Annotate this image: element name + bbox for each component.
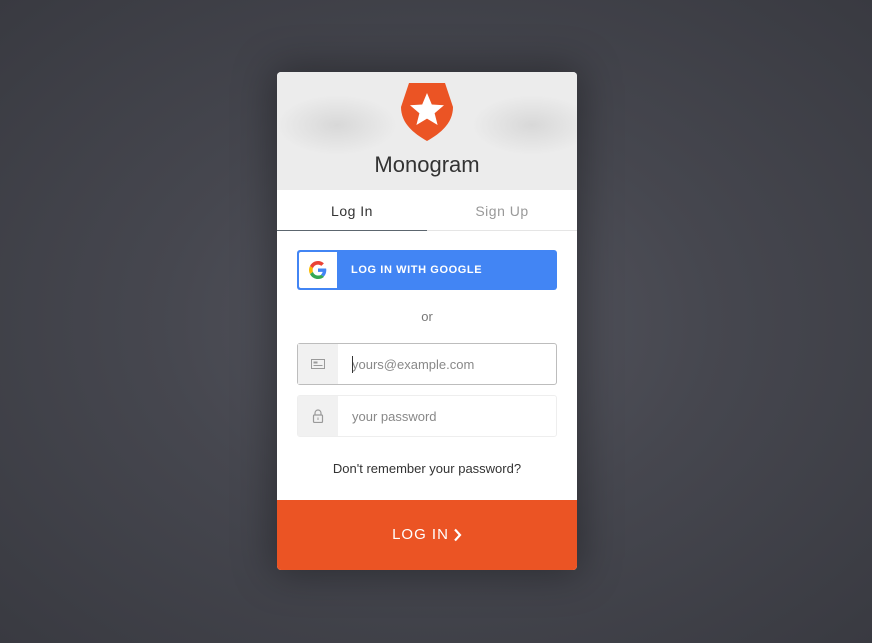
text-cursor [352, 356, 353, 373]
password-input[interactable] [338, 396, 556, 436]
app-title: Monogram [374, 152, 480, 177]
email-field-icon-box [298, 344, 338, 384]
google-icon [309, 261, 327, 279]
auth-tabs: Log In Sign Up [277, 190, 577, 231]
password-field [297, 395, 557, 437]
password-field-icon-box [298, 396, 338, 436]
login-submit-label: LOG IN [392, 526, 449, 543]
login-card: Monogram Log In Sign Up LOG IN WITH GOOG… [277, 72, 577, 570]
google-login-label: LOG IN WITH GOOGLE [351, 264, 483, 276]
tab-sign-up[interactable]: Sign Up [427, 190, 577, 230]
tab-log-in[interactable]: Log In [277, 190, 427, 231]
login-submit-button[interactable]: LOG IN [277, 500, 577, 570]
google-icon-container [299, 252, 337, 288]
envelope-icon [311, 359, 325, 369]
card-header: Monogram [277, 72, 577, 190]
google-login-button[interactable]: LOG IN WITH GOOGLE [297, 250, 557, 290]
chevron-right-icon [454, 528, 462, 542]
shield-star-logo [401, 83, 453, 141]
lock-icon [312, 409, 324, 423]
forgot-password-link[interactable]: Don't remember your password? [277, 461, 577, 476]
email-field [297, 343, 557, 385]
email-input[interactable] [338, 344, 556, 384]
or-separator: or [421, 309, 433, 324]
